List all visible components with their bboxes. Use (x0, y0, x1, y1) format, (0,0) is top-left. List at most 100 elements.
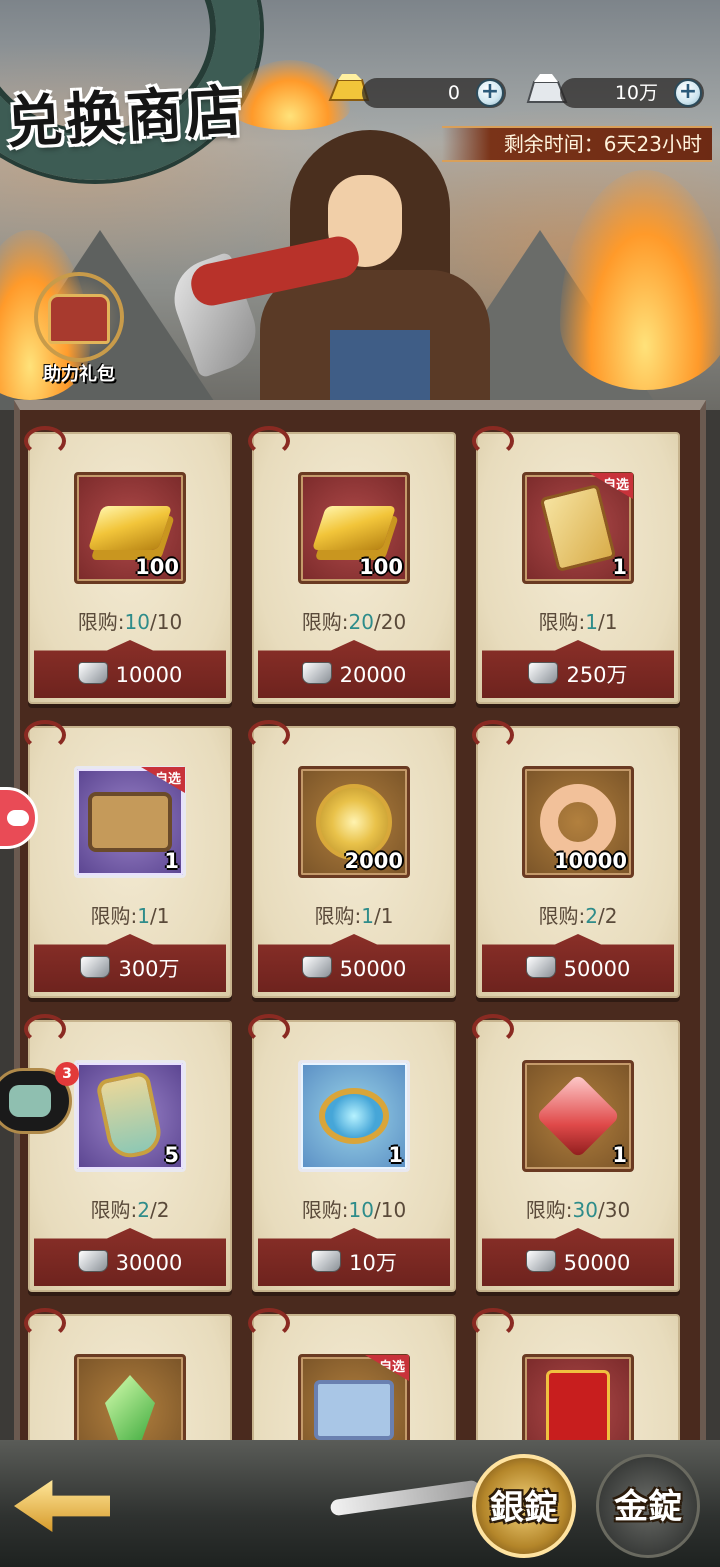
add-silver-button[interactable]: + (674, 79, 702, 107)
purchase-limit: 限购:1/1 (90, 904, 170, 928)
item-slot (74, 1354, 186, 1450)
chat-bubble-icon (9, 1085, 51, 1117)
shop-item-card[interactable]: 5 限购:2/2 30000 (24, 1014, 232, 1292)
purchase-limit: 限购:1/1 (314, 904, 394, 928)
item-quantity: 100 (135, 555, 179, 579)
buy-price-button[interactable]: 20000 (258, 640, 450, 698)
bottom-bar: 銀錠 金錠 (0, 1440, 720, 1567)
flame-decoration (560, 170, 720, 390)
purchase-limit: 限购:10/10 (301, 1198, 407, 1222)
gift-label: 助力礼包 (43, 364, 115, 385)
silver-ingot-icon (301, 956, 332, 978)
silver-ingot-icon (525, 956, 556, 978)
item-grid: 100 限购:10/10 10000 100 限购:20/20 20000 自选 (24, 426, 692, 1450)
silver-ingot-icon (311, 1250, 342, 1272)
shop-item-card[interactable]: 100 限购:20/20 20000 (248, 426, 456, 704)
item-slot: 1 (522, 1060, 634, 1172)
crystal-crate-icon (314, 1380, 394, 1440)
back-arrow-icon[interactable] (14, 1480, 110, 1532)
gift-chest-icon (48, 294, 110, 344)
price-value: 20000 (339, 663, 407, 687)
price-value: 50000 (563, 957, 631, 981)
gold-bar-icon (87, 506, 173, 550)
item-slot (522, 1354, 634, 1450)
item-quantity: 1 (388, 1143, 403, 1167)
shop-item-card[interactable]: 自选 1 限购:1/1 250万 (472, 426, 680, 704)
add-gold-button[interactable]: + (476, 79, 504, 107)
red-gem-icon (535, 1073, 621, 1159)
item-quantity: 1 (612, 1143, 627, 1167)
shop-banner: 兑换商店 0 + 10万 + 剩余时间：6天23小时 助力礼包 (0, 0, 720, 410)
silver-ingot-icon (525, 1250, 556, 1272)
remaining-time: 剩余时间：6天23小时 (442, 126, 712, 162)
purchase-limit: 限购:2/2 (90, 1198, 170, 1222)
purchase-limit: 限购:20/20 (301, 610, 407, 634)
shop-item-card[interactable]: 自选 (248, 1308, 456, 1450)
buy-price-button[interactable]: 50000 (258, 934, 450, 992)
buy-price-button[interactable]: 10万 (258, 1228, 450, 1286)
shop-item-card[interactable]: 自选 1 限购:1/1 300万 (24, 720, 232, 998)
red-envelope-icon (546, 1370, 610, 1450)
purchase-limit: 限购:1/1 (538, 610, 618, 634)
purchase-limit: 限购:2/2 (538, 904, 618, 928)
purchase-limit: 限购:30/30 (525, 1198, 631, 1222)
shop-item-card[interactable]: 100 限购:10/10 10000 (24, 426, 232, 704)
optional-tag: 自选 (141, 767, 185, 793)
item-quantity: 10000 (553, 849, 627, 873)
item-quantity: 1 (164, 849, 179, 873)
price-value: 10000 (115, 663, 183, 687)
tab-gold-ingot[interactable]: 金錠 (596, 1454, 700, 1558)
shop-board: 100 限购:10/10 10000 100 限购:20/20 20000 自选 (14, 400, 706, 1450)
assist-gift-pack-button[interactable]: 助力礼包 (26, 272, 132, 392)
silver-ingot-icon (301, 662, 332, 684)
shop-item-card[interactable]: 10000 限购:2/2 50000 (472, 720, 680, 998)
item-slot: 自选 (298, 1354, 410, 1450)
item-slot: 自选 1 (74, 766, 186, 878)
item-quantity: 2000 (344, 849, 403, 873)
shop-item-card[interactable]: 2000 限购:1/1 50000 (248, 720, 456, 998)
price-value: 10万 (349, 1251, 397, 1275)
shop-item-card[interactable]: 1 限购:10/10 10万 (248, 1014, 456, 1292)
buy-price-button[interactable]: 30000 (34, 1228, 226, 1286)
item-quantity: 1 (612, 555, 627, 579)
gold-currency-value: 0 (447, 82, 460, 104)
item-slot: 2000 (298, 766, 410, 878)
treasure-chest-icon (88, 792, 172, 852)
orb-icon (319, 1088, 389, 1144)
silver-ingot-icon (80, 956, 111, 978)
item-quantity: 5 (164, 1143, 179, 1167)
price-value: 50000 (563, 1251, 631, 1275)
chat-unread-badge: 3 (55, 1062, 79, 1086)
purchase-limit: 限购:10/10 (77, 610, 183, 634)
skill-book-icon (539, 483, 617, 573)
feather-decoration (329, 1479, 481, 1517)
silver-currency-bar: 10万 + (560, 78, 704, 108)
buy-price-button[interactable]: 250万 (482, 640, 674, 698)
optional-tag: 自选 (365, 1355, 409, 1381)
item-slot: 10000 (522, 766, 634, 878)
shop-item-card[interactable] (472, 1308, 680, 1450)
tab-silver-ingot[interactable]: 銀錠 (472, 1454, 576, 1558)
page-title: 兑换商店 (4, 77, 248, 157)
item-slot: 自选 1 (522, 472, 634, 584)
gold-bar-icon (311, 506, 397, 550)
item-slot: 1 (298, 1060, 410, 1172)
price-value: 300万 (118, 957, 180, 981)
buy-price-button[interactable]: 300万 (34, 934, 226, 992)
shop-item-card[interactable]: 1 限购:30/30 50000 (472, 1014, 680, 1292)
price-value: 30000 (115, 1251, 183, 1275)
buy-price-button[interactable]: 50000 (482, 934, 674, 992)
buy-price-button[interactable]: 10000 (34, 640, 226, 698)
silver-ingot-icon (77, 1250, 108, 1272)
price-value: 250万 (566, 663, 628, 687)
item-slot: 5 (74, 1060, 186, 1172)
gold-currency-bar: 0 + (362, 78, 506, 108)
shop-item-card[interactable] (24, 1308, 232, 1450)
green-crystal-icon (105, 1375, 155, 1445)
silver-currency-value: 10万 (614, 82, 658, 104)
buy-price-button[interactable]: 50000 (482, 1228, 674, 1286)
price-value: 50000 (339, 957, 407, 981)
hero-character (163, 120, 520, 410)
token-icon (95, 1070, 165, 1162)
silver-ingot-icon (77, 662, 108, 684)
